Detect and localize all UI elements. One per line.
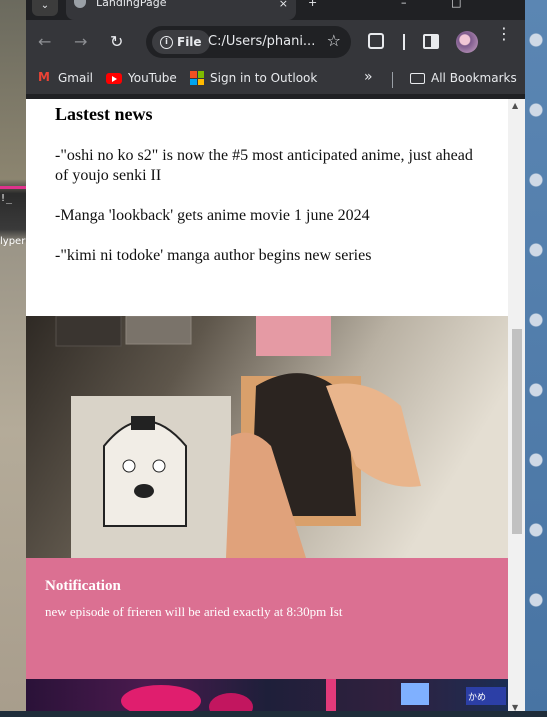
- desktop-background-left: !_ lyper: [0, 0, 26, 717]
- all-bookmarks-label: All Bookmarks: [431, 71, 517, 85]
- bookmark-star-icon[interactable]: ☆: [327, 31, 341, 50]
- back-button[interactable]: ←: [38, 32, 51, 51]
- notification-text: new episode of frieren will be aried exa…: [45, 604, 343, 619]
- desktop-window-accent: [0, 186, 26, 189]
- hero-photo-illustration: [26, 316, 508, 558]
- reload-button[interactable]: ↻: [110, 32, 123, 51]
- tab-search-button[interactable]: ⌄: [32, 0, 58, 16]
- tab-close-button[interactable]: ×: [279, 0, 288, 10]
- forward-button[interactable]: →: [74, 32, 87, 51]
- scheme-label: File: [177, 35, 202, 49]
- side-panel-icon[interactable]: [423, 34, 439, 49]
- menu-icon[interactable]: ⋮: [496, 26, 512, 42]
- news-item: -"oshi no ko s2" is now the #5 most anti…: [55, 147, 473, 184]
- vertical-scrollbar[interactable]: ▲ ▼: [508, 99, 525, 717]
- news-item: -Manga 'lookback' gets anime movie 1 jun…: [55, 207, 370, 224]
- bookmark-label: Sign in to Outlook: [210, 71, 318, 85]
- desktop-background-right: [525, 0, 547, 717]
- title-bar: ⌄ LandingPage × + – □: [26, 0, 525, 20]
- youtube-icon: [106, 72, 122, 84]
- notification-panel: Notification new episode of frieren will…: [26, 558, 508, 679]
- desktop-fragment-text: !_: [0, 193, 13, 204]
- bookmark-youtube[interactable]: YouTube: [106, 71, 177, 85]
- news-section: Lastest news -"oshi no ko s2" is now the…: [26, 99, 508, 316]
- address-bar[interactable]: i File C:/Users/phani... ☆: [146, 26, 351, 58]
- bookmarks-bar: Gmail YouTube Sign in to Outlook » All B…: [26, 64, 525, 94]
- bookmarks-overflow-button[interactable]: »: [364, 69, 373, 85]
- site-info-chip[interactable]: i File: [152, 30, 210, 54]
- bookmark-label: YouTube: [128, 71, 177, 85]
- microsoft-icon: [190, 71, 204, 85]
- toolbar-divider: [403, 34, 405, 50]
- bookmarks-divider: [392, 72, 393, 88]
- minimize-button[interactable]: –: [401, 0, 407, 9]
- url-text[interactable]: C:/Users/phani...: [208, 34, 315, 49]
- bookmark-label: Gmail: [58, 71, 94, 85]
- all-bookmarks-button[interactable]: All Bookmarks: [410, 71, 517, 85]
- maximize-button[interactable]: □: [451, 0, 461, 9]
- globe-icon: [74, 0, 86, 8]
- news-item: -"kimi ni todoke' manga author begins ne…: [55, 247, 372, 264]
- browser-toolbar: ← → ↻ i File C:/Users/phani... ☆ ⋮: [26, 20, 525, 64]
- info-icon: i: [160, 35, 173, 49]
- notification-title: Notification: [45, 578, 121, 594]
- page-viewport: Lastest news -"oshi no ko s2" is now the…: [26, 99, 508, 717]
- new-tab-button[interactable]: +: [308, 0, 317, 9]
- folder-icon: [410, 72, 425, 84]
- tab-title: LandingPage: [96, 0, 167, 9]
- browser-window: ⌄ LandingPage × + – □ ← → ↻ i File C:/Us…: [26, 0, 525, 717]
- bookmark-outlook[interactable]: Sign in to Outlook: [190, 71, 317, 85]
- profile-avatar[interactable]: [456, 31, 478, 53]
- sign-text: かめ: [468, 692, 486, 703]
- bookmark-gmail[interactable]: Gmail: [38, 70, 94, 86]
- taskbar-edge: [0, 711, 547, 717]
- news-heading: Lastest news: [55, 104, 153, 124]
- extensions-icon[interactable]: [368, 33, 384, 49]
- scrollbar-thumb[interactable]: [512, 329, 522, 534]
- desktop-fragment-label: lyper: [0, 236, 26, 247]
- tab-landing-page[interactable]: LandingPage ×: [66, 0, 296, 20]
- gmail-icon: [38, 70, 52, 84]
- scroll-up-arrow[interactable]: ▲: [512, 101, 518, 110]
- hero-image: [26, 316, 508, 558]
